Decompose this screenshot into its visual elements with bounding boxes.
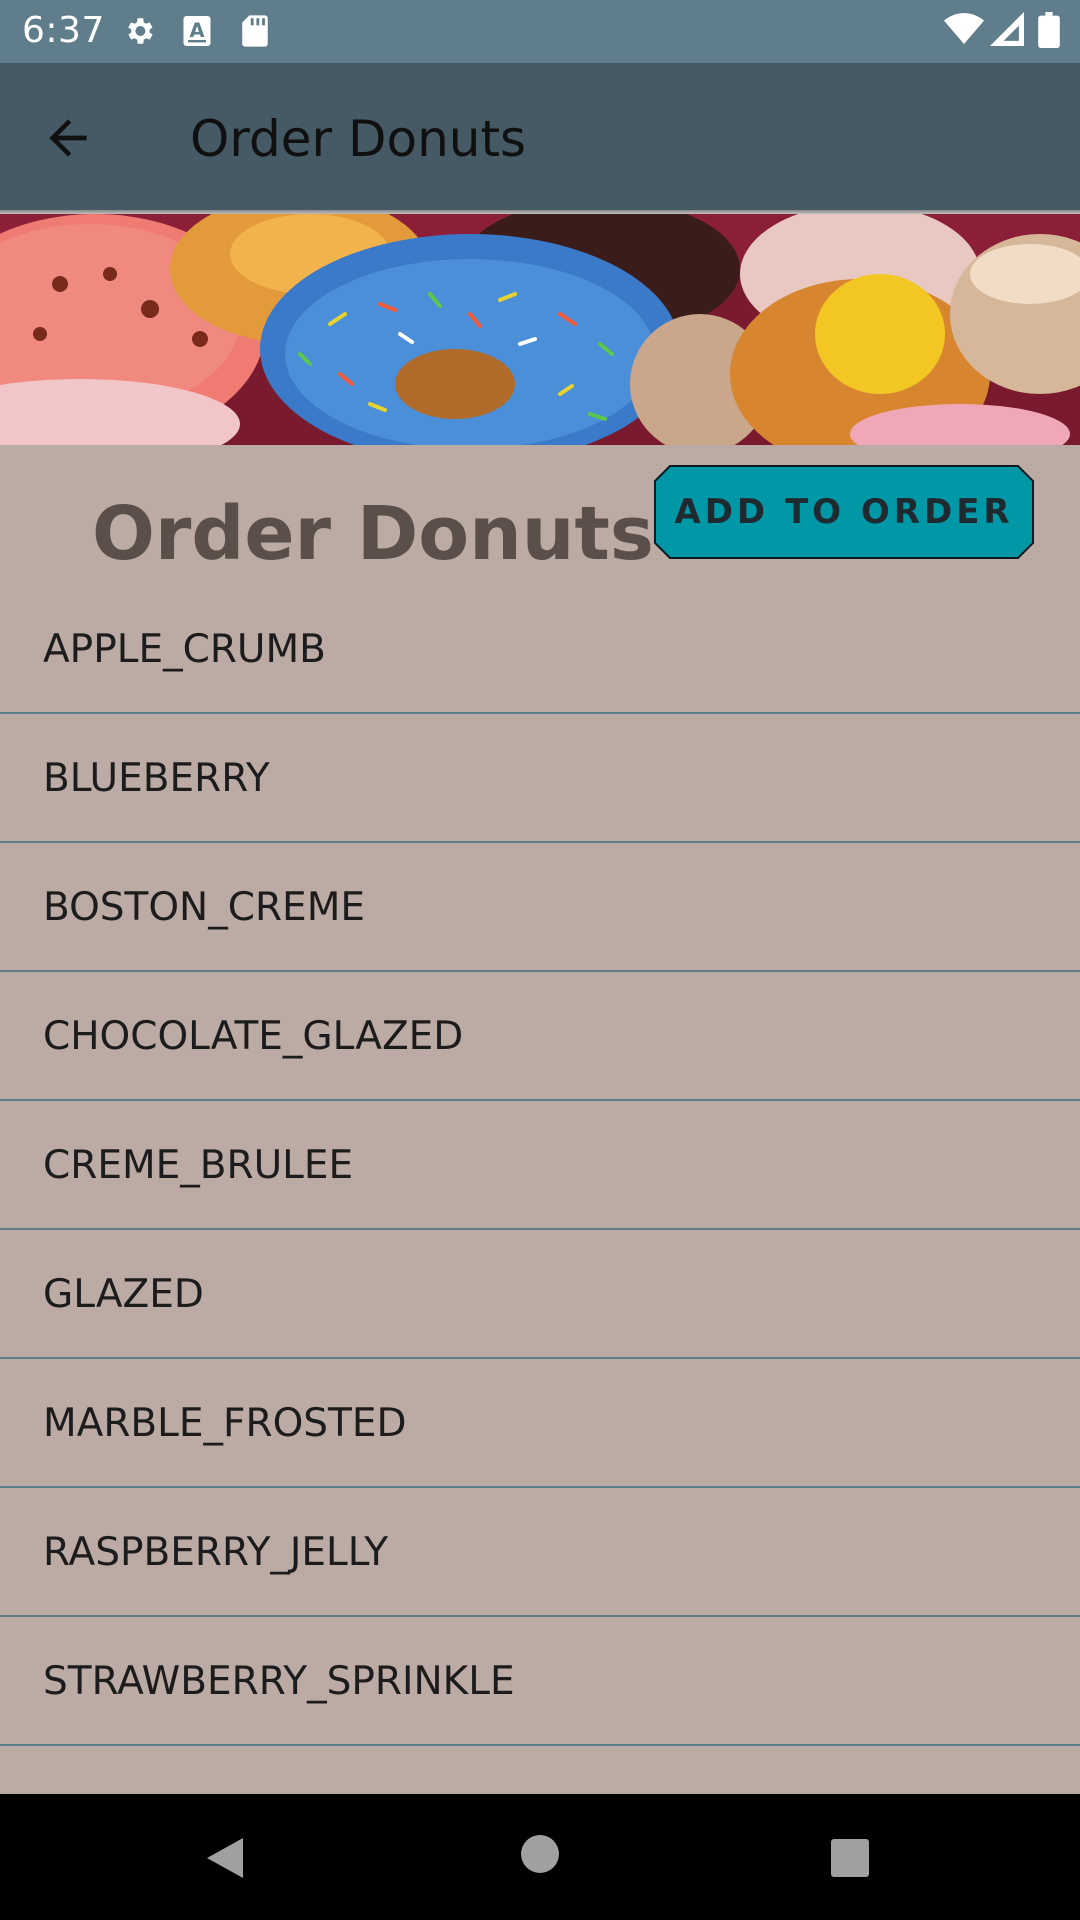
list-item[interactable]: GLAZED (0, 1230, 1080, 1359)
home-circle-icon[interactable] (520, 1834, 560, 1878)
list-item[interactable]: BOSTON_CREME (0, 843, 1080, 972)
back-triangle-icon[interactable] (205, 1836, 245, 1884)
page-heading: Order Donuts (92, 491, 654, 577)
a-accessibility-icon: A (182, 14, 212, 52)
list-item[interactable]: STRAWBERRY_SPRINKLE (0, 1617, 1080, 1746)
list-item-label: STRAWBERRY_SPRINKLE (43, 1659, 515, 1704)
list-item-label: BLUEBERRY (43, 756, 270, 801)
navigation-bar (0, 1794, 1080, 1920)
app-bar-title: Order Donuts (190, 110, 527, 168)
list-item-label: CREME_BRULEE (43, 1143, 354, 1188)
donuts-banner-image (0, 214, 1080, 445)
add-to-order-label: ADD TO ORDER (674, 492, 1014, 532)
arrow-left-icon[interactable] (40, 110, 96, 166)
svg-text:A: A (189, 19, 204, 42)
list-item-label: CHOCOLATE_GLAZED (43, 1014, 464, 1059)
add-to-order-button[interactable]: ADD TO ORDER (654, 465, 1034, 559)
battery-icon (1038, 12, 1060, 52)
list-item-label: APPLE_CRUMB (43, 627, 326, 672)
wifi-icon (944, 12, 984, 50)
sd-card-icon (240, 14, 270, 52)
list-item-label: GLAZED (43, 1272, 204, 1317)
recents-square-icon[interactable] (830, 1838, 870, 1882)
list-item[interactable]: MARBLE_FROSTED (0, 1359, 1080, 1488)
list-item[interactable]: CREME_BRULEE (0, 1101, 1080, 1230)
list-item[interactable]: RASPBERRY_JELLY (0, 1488, 1080, 1617)
list-item[interactable]: BLUEBERRY (0, 714, 1080, 843)
status-bar: 6:37 A (0, 0, 1080, 63)
settings-gear-icon (122, 14, 156, 52)
list-item-label: BOSTON_CREME (43, 885, 365, 930)
app-bar: Order Donuts (0, 63, 1080, 210)
status-time: 6:37 (22, 10, 105, 51)
list-item[interactable]: CHOCOLATE_GLAZED (0, 972, 1080, 1101)
list-item-label: RASPBERRY_JELLY (43, 1530, 389, 1575)
list-item-label: MARBLE_FROSTED (43, 1401, 407, 1446)
list-item[interactable]: APPLE_CRUMB (0, 585, 1080, 714)
cell-signal-icon (990, 12, 1024, 50)
